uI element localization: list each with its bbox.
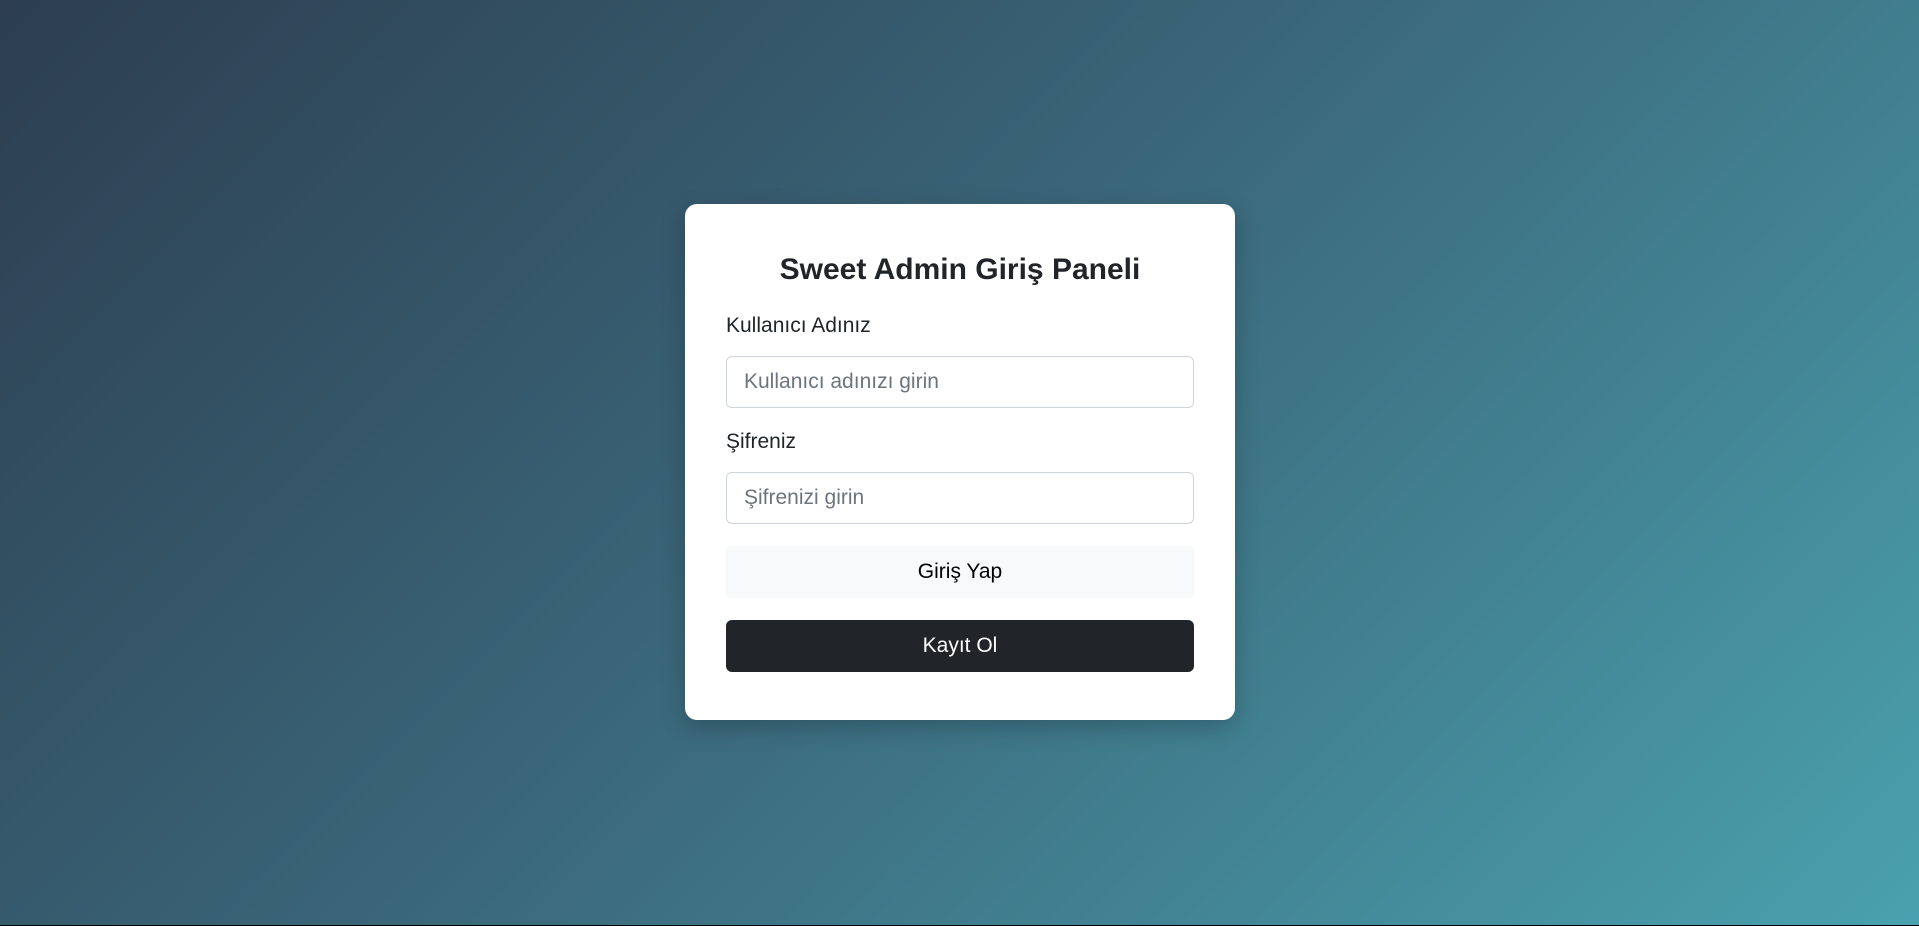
username-label: Kullanıcı Adınız	[726, 314, 871, 337]
page-background: Sweet Admin Giriş Paneli Kullanıcı Adını…	[0, 0, 1919, 925]
login-card: Sweet Admin Giriş Paneli Kullanıcı Adını…	[685, 204, 1235, 720]
password-input[interactable]	[726, 472, 1194, 524]
username-input[interactable]	[726, 356, 1194, 408]
register-button[interactable]: Kayıt Ol	[726, 620, 1194, 672]
login-button[interactable]: Giriş Yap	[726, 546, 1194, 598]
password-label: Şifreniz	[726, 430, 797, 453]
page-title: Sweet Admin Giriş Paneli	[779, 253, 1141, 286]
